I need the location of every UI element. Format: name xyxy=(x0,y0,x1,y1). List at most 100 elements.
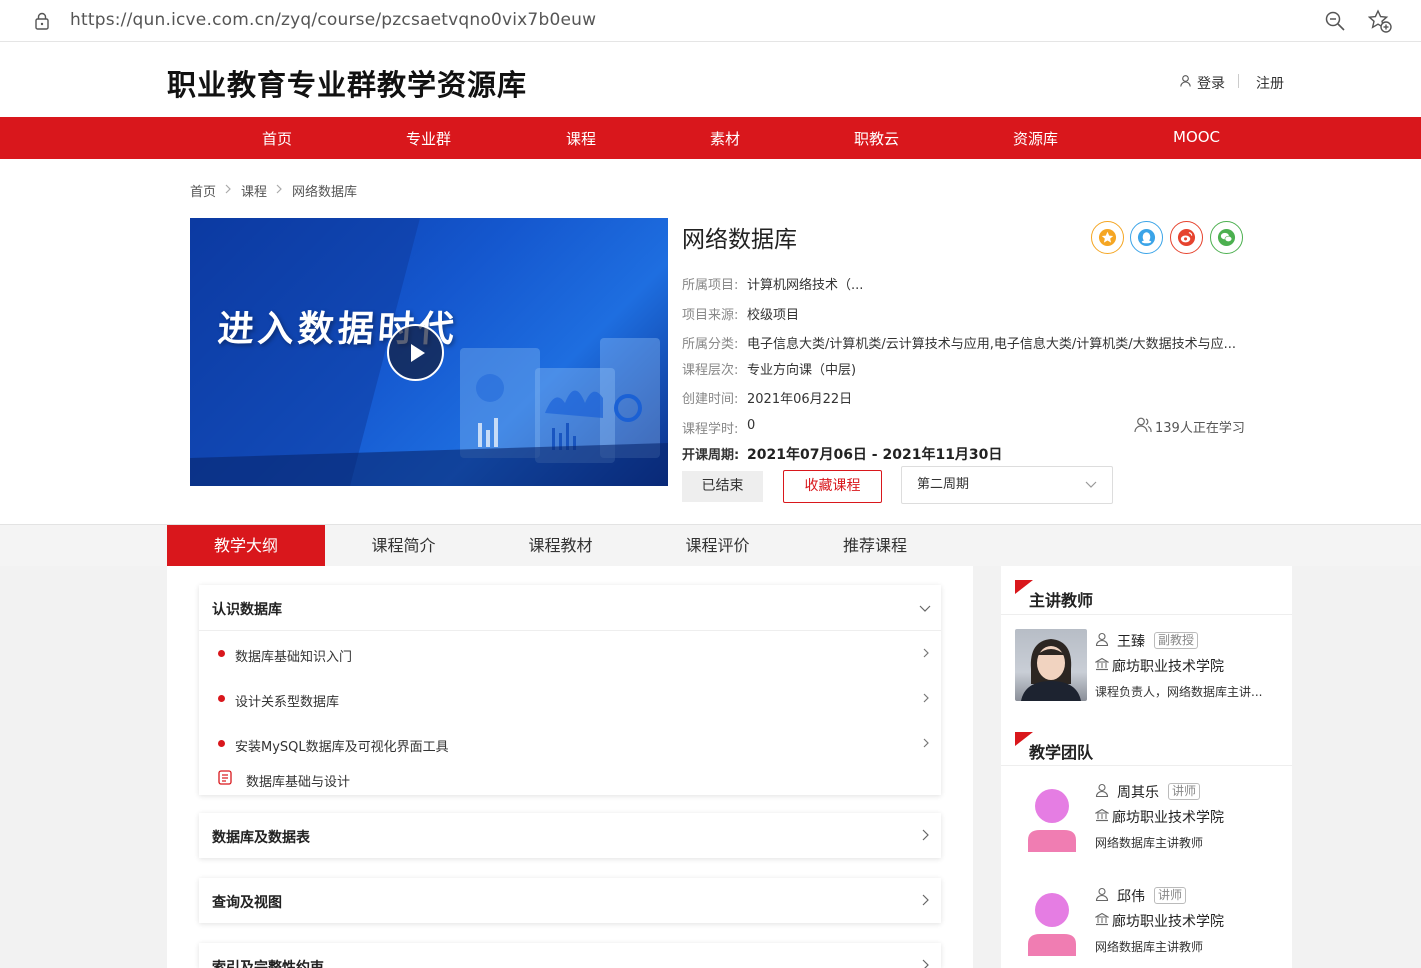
url-text[interactable]: https://qun.icve.com.cn/zyq/course/pzcsa… xyxy=(70,10,596,30)
favorite-share-button[interactable] xyxy=(1091,221,1124,254)
chapter-card[interactable]: 索引及完整性约束 xyxy=(199,943,941,968)
info-label-created: 创建时间: xyxy=(682,392,739,407)
chevron-right-icon[interactable] xyxy=(919,959,931,968)
tab-introduction[interactable]: 课程简介 xyxy=(325,525,482,567)
chevron-right-icon[interactable] xyxy=(921,693,931,703)
info-label-project: 所属项目: xyxy=(682,278,739,293)
chevron-right-icon[interactable] xyxy=(919,829,931,841)
teacher-name[interactable]: 邱伟 xyxy=(1117,886,1145,906)
auth-divider xyxy=(1238,74,1239,88)
lesson-item[interactable]: 安装MySQL数据库及可视化界面工具 xyxy=(235,736,449,755)
chapter-card[interactable]: 查询及视图 xyxy=(199,878,941,923)
chapter-title[interactable]: 数据库及数据表 xyxy=(212,827,310,847)
lesson-bullet xyxy=(218,740,225,747)
play-icon xyxy=(411,344,425,362)
tab-reviews[interactable]: 课程评价 xyxy=(639,525,796,567)
tab-recommended[interactable]: 推荐课程 xyxy=(796,525,954,567)
chapter-title[interactable]: 查询及视图 xyxy=(212,892,282,912)
teacher-rank-badge: 讲师 xyxy=(1168,783,1201,800)
info-value-category: 电子信息大类/计算机类/云计算技术与应用,电子信息大类/计算机类/大数据技术与应… xyxy=(747,337,1237,352)
nav-item-courses[interactable]: 课程 xyxy=(566,128,596,149)
teacher-photo[interactable] xyxy=(1015,629,1087,701)
breadcrumb-chevron-icon xyxy=(225,184,231,194)
chapter-card: 认识数据库 数据库基础知识入门 设计关系型数据库 安装MySQL数据库及可视化界… xyxy=(199,585,941,795)
breadcrumb-home[interactable]: 首页 xyxy=(190,181,216,200)
main-nav: 首页 专业群 课程 素材 职教云 资源库 MOOC xyxy=(0,117,1421,159)
favorite-course-button[interactable]: 收藏课程 xyxy=(783,470,882,503)
institution-icon xyxy=(1095,912,1109,926)
add-favorite-icon[interactable] xyxy=(1368,9,1392,33)
institution-icon xyxy=(1095,657,1109,671)
teacher-school: 廊坊职业技术学院 xyxy=(1112,810,1224,826)
teacher-school: 廊坊职业技术学院 xyxy=(1112,914,1224,930)
register-link[interactable]: 注册 xyxy=(1256,73,1284,93)
lesson-item[interactable]: 设计关系型数据库 xyxy=(235,691,339,710)
chevron-right-icon[interactable] xyxy=(919,894,931,906)
team-heading: 教学团队 xyxy=(1029,743,1094,762)
info-label-hours: 课程学时: xyxy=(682,422,739,437)
teacher-portrait xyxy=(1021,639,1081,701)
lesson-bullet xyxy=(218,650,225,657)
lesson-item[interactable]: 数据库基础知识入门 xyxy=(235,646,352,665)
learners-count: 139人正在学习 xyxy=(1155,421,1245,436)
period-label: 开课周期: xyxy=(682,448,740,463)
breadcrumb-current: 网络数据库 xyxy=(292,185,358,200)
play-button[interactable] xyxy=(387,324,444,381)
nav-item-mooc[interactable]: MOOC xyxy=(1173,128,1220,146)
period-value: 2021年07月06日 - 2021年11月30日 xyxy=(747,447,1003,463)
course-tabs: 教学大纲 课程简介 课程教材 课程评价 推荐课程 xyxy=(0,524,1421,567)
info-value-project: 计算机网络技术（... xyxy=(747,278,864,293)
default-avatar-icon[interactable] xyxy=(1024,888,1080,956)
period-select-value: 第二周期 xyxy=(917,477,970,492)
chevron-right-icon[interactable] xyxy=(921,648,931,658)
star-icon xyxy=(1098,228,1117,247)
course-ended-button[interactable]: 已结束 xyxy=(682,471,763,502)
section-divider xyxy=(1001,614,1292,615)
user-icon xyxy=(1095,783,1109,797)
user-icon xyxy=(1095,632,1109,646)
chevron-down-icon xyxy=(1085,481,1097,488)
browser-address-bar: https://qun.icve.com.cn/zyq/course/pzcsa… xyxy=(0,0,1421,42)
nav-item-major-group[interactable]: 专业群 xyxy=(406,128,451,149)
document-item[interactable]: 数据库基础与设计 xyxy=(246,771,350,790)
section-divider xyxy=(1001,765,1292,766)
wechat-icon xyxy=(1217,228,1236,247)
nav-item-edu-cloud[interactable]: 职教云 xyxy=(854,128,899,149)
lock-icon xyxy=(35,12,49,30)
info-label-source: 项目来源: xyxy=(682,308,739,323)
breadcrumb-chevron-icon xyxy=(276,184,282,194)
user-icon xyxy=(1095,887,1109,901)
info-value-hours: 0 xyxy=(747,418,756,433)
teacher-rank-badge: 讲师 xyxy=(1154,887,1187,904)
chevron-right-icon[interactable] xyxy=(921,738,931,748)
chapter-title[interactable]: 索引及完整性约束 xyxy=(212,957,324,968)
chapter-card[interactable]: 数据库及数据表 xyxy=(199,813,941,858)
chevron-down-icon[interactable] xyxy=(919,602,931,614)
nav-item-home[interactable]: 首页 xyxy=(262,128,292,149)
site-title[interactable]: 职业教育专业群教学资源库 xyxy=(167,62,527,104)
institution-icon xyxy=(1095,808,1109,822)
teacher-name[interactable]: 王臻 xyxy=(1117,631,1145,651)
tab-textbook[interactable]: 课程教材 xyxy=(482,525,639,567)
teacher-description: 网络数据库主讲教师 xyxy=(1095,836,1204,850)
tab-syllabus[interactable]: 教学大纲 xyxy=(167,525,325,567)
qq-icon xyxy=(1137,228,1156,247)
login-link[interactable]: 登录 xyxy=(1197,73,1225,93)
info-value-created: 2021年06月22日 xyxy=(747,392,853,407)
nav-item-resource-library[interactable]: 资源库 xyxy=(1013,128,1058,149)
info-value-level: 专业方向课（中层) xyxy=(747,363,857,378)
chapter-title[interactable]: 认识数据库 xyxy=(212,599,282,619)
weibo-share-button[interactable] xyxy=(1170,221,1203,254)
wechat-share-button[interactable] xyxy=(1210,221,1243,254)
period-select[interactable]: 第二周期 xyxy=(901,466,1113,504)
info-value-source: 校级项目 xyxy=(747,308,800,323)
chapter-divider xyxy=(199,630,941,631)
default-avatar-icon[interactable] xyxy=(1024,784,1080,852)
breadcrumb-courses[interactable]: 课程 xyxy=(241,181,267,200)
document-icon xyxy=(218,770,232,785)
learners-icon xyxy=(1134,417,1152,433)
nav-item-materials[interactable]: 素材 xyxy=(710,128,740,149)
teacher-name[interactable]: 周其乐 xyxy=(1117,782,1159,802)
qq-share-button[interactable] xyxy=(1130,221,1163,254)
zoom-icon[interactable] xyxy=(1324,10,1346,32)
